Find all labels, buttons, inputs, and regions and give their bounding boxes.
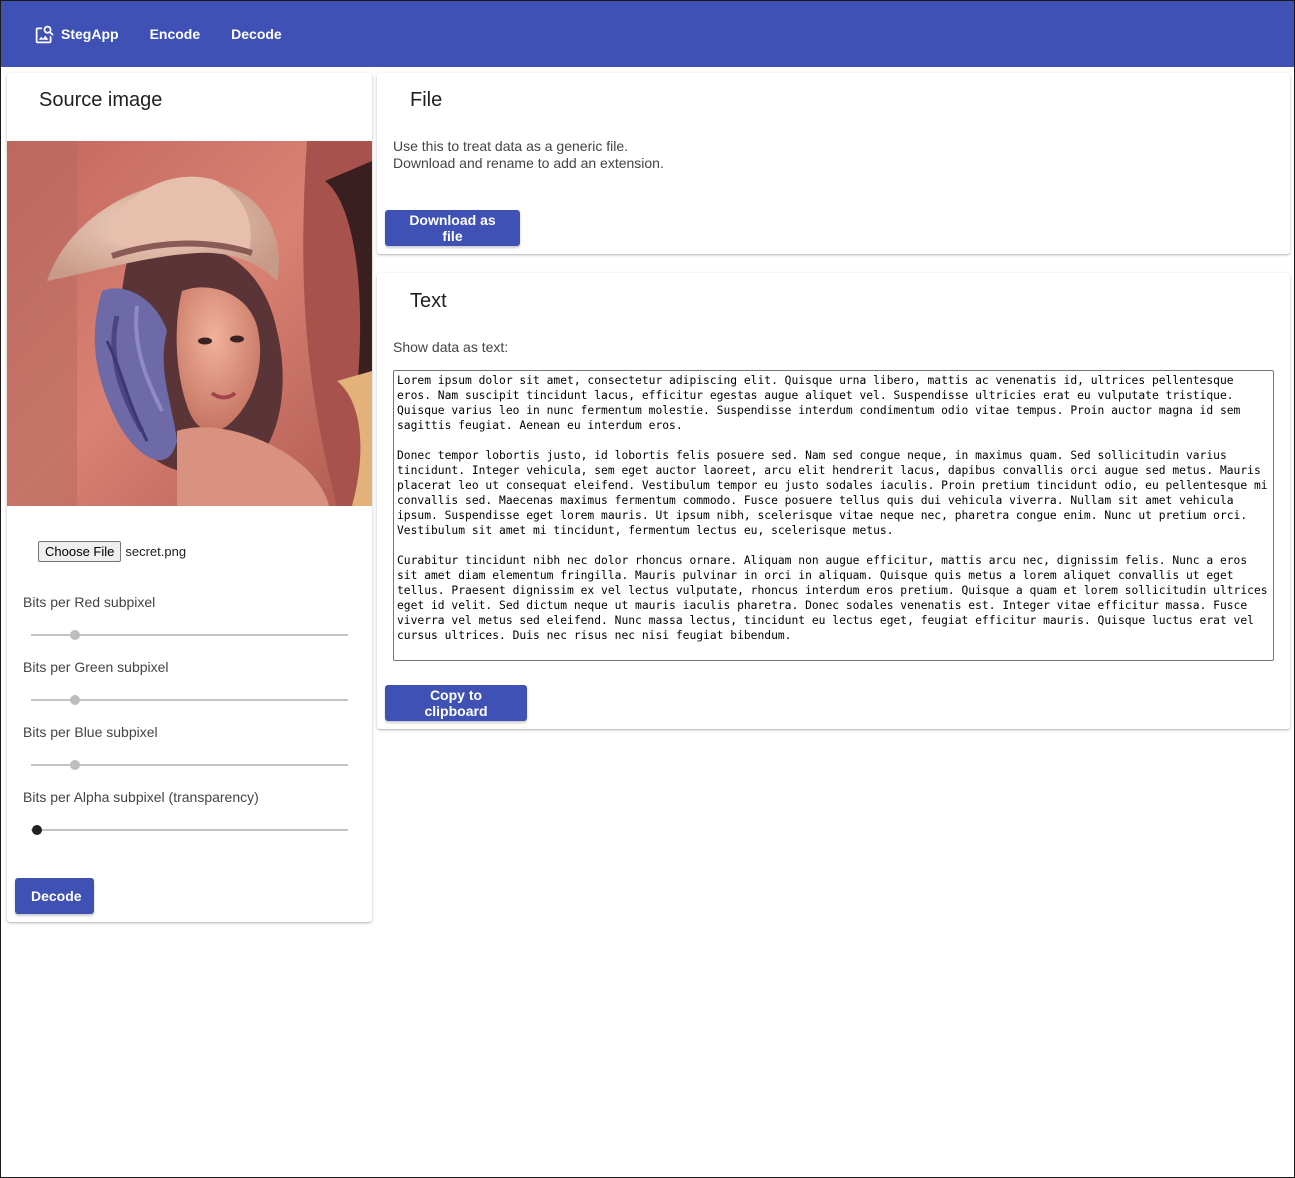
nav-encode-link[interactable]: Encode <box>150 26 201 42</box>
brand-name: StegApp <box>61 26 119 42</box>
slider-thumb[interactable] <box>70 760 81 770</box>
slider-track <box>31 829 348 831</box>
alpha-bits-label: Bits per Alpha subpixel (transparency) <box>23 789 259 805</box>
file-card-title: File <box>410 89 443 111</box>
file-description-line-1: Use this to treat data as a generic file… <box>393 138 629 154</box>
slider-thumb[interactable] <box>70 630 81 640</box>
red-bits-label: Bits per Red subpixel <box>23 594 156 610</box>
image-search-icon <box>34 24 55 45</box>
blue-bits-slider[interactable] <box>31 758 348 772</box>
source-image-card: Source image Choose File secret.png Bits… <box>7 73 372 922</box>
text-card: Text Show data as text: Lorem ipsum dolo… <box>377 273 1290 729</box>
text-card-title: Text <box>410 290 447 312</box>
source-photo <box>7 141 372 506</box>
selected-file-name: secret.png <box>125 544 187 559</box>
download-as-file-button[interactable]: Download as file <box>385 210 520 246</box>
text-description: Show data as text: <box>393 339 509 355</box>
file-description-line-2: Download and rename to add an extension. <box>393 155 664 171</box>
decoded-text-area[interactable]: Lorem ipsum dolor sit amet, consectetur … <box>393 370 1274 661</box>
nav-decode-link[interactable]: Decode <box>231 26 282 42</box>
copy-to-clipboard-button[interactable]: Copy to clipboard <box>385 685 527 721</box>
green-bits-slider[interactable] <box>31 693 348 707</box>
file-input: Choose File secret.png <box>38 541 186 562</box>
choose-file-button[interactable]: Choose File <box>38 541 122 562</box>
red-bits-slider[interactable] <box>31 628 348 642</box>
alpha-bits-slider[interactable] <box>31 823 348 837</box>
slider-thumb[interactable] <box>32 825 42 835</box>
green-bits-label: Bits per Green subpixel <box>23 659 169 675</box>
slider-thumb[interactable] <box>70 695 81 705</box>
app-bar: StegApp Encode Decode <box>1 1 1294 67</box>
source-image-title: Source image <box>39 89 163 111</box>
brand-link[interactable]: StegApp <box>34 24 119 45</box>
file-description: Use this to treat data as a generic file… <box>393 138 664 172</box>
blue-bits-label: Bits per Blue subpixel <box>23 724 158 740</box>
file-card: File Use this to treat data as a generic… <box>377 73 1290 254</box>
decode-button[interactable]: Decode <box>15 878 94 914</box>
